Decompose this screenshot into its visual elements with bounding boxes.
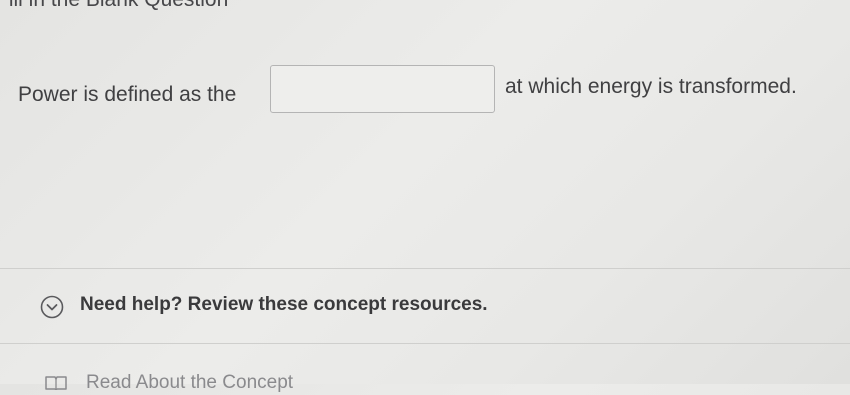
resource-item[interactable]: Read About the Concept [0, 344, 850, 393]
section-title: Fill in the Blank Question [0, 0, 228, 12]
help-toggle-row[interactable]: Need help? Review these concept resource… [0, 268, 850, 343]
help-label[interactable]: Need help? Review these concept resource… [80, 294, 488, 316]
question-text-after: at which energy is transformed. [505, 75, 797, 98]
read-about-concept-link[interactable]: Read About the Concept [86, 372, 293, 394]
chevron-down-circle-icon[interactable] [40, 295, 64, 319]
blank-answer-input[interactable] [270, 65, 495, 113]
book-icon [44, 374, 68, 391]
question: Power is defined as the at which energy … [0, 62, 850, 122]
question-text-before: Power is defined as the [18, 83, 237, 106]
